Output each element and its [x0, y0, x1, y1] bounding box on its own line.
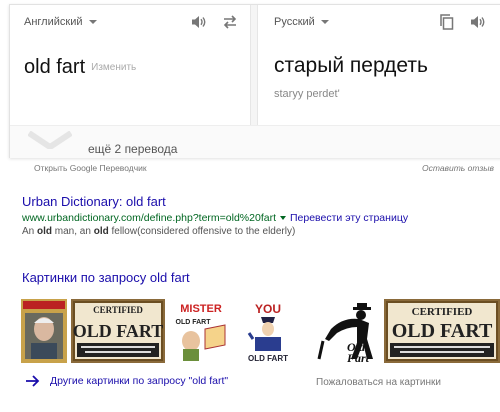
swap-languages-icon[interactable] — [221, 13, 239, 31]
chevron-down-icon — [88, 20, 97, 24]
result-snippet: An old man, an old fellow(considered off… — [22, 226, 296, 237]
svg-text:MISTER: MISTER — [180, 303, 222, 315]
source-text: old fart Изменить — [24, 56, 136, 79]
expand-chevron-icon[interactable] — [28, 131, 72, 149]
target-pane: Русский старый пердеть staryy perdet' — [258, 5, 500, 125]
svg-text:OLD FART: OLD FART — [392, 320, 493, 342]
image-thumbnail-certified-old-fart-sign[interactable]: CERTIFIED OLD FART — [71, 299, 165, 363]
url-menu-caret-icon[interactable] — [279, 216, 286, 220]
svg-text:OLD FART: OLD FART — [248, 354, 288, 363]
copy-icon[interactable] — [438, 13, 456, 31]
arrow-right-icon — [26, 375, 40, 387]
result-url: www.urbandictionary.com/define.php?term=… — [22, 212, 276, 224]
more-images-label: Другие картинки по запросу "old fart" — [50, 375, 229, 387]
image-thumbnail-book-cover-man[interactable] — [21, 299, 67, 363]
translate-card: Английский old fart Изменить Русский стар… — [9, 4, 500, 158]
report-images-link[interactable]: Пожаловаться на картинки — [316, 377, 441, 388]
more-images-link[interactable]: Другие картинки по запросу "old fart" — [26, 375, 228, 387]
source-language-select[interactable]: Английский — [24, 16, 97, 28]
speaker-icon[interactable] — [469, 13, 487, 31]
translation-text: старый пердеть — [274, 54, 428, 77]
edit-link[interactable]: Изменить — [91, 62, 136, 73]
images-heading-link[interactable]: Картинки по запросу old fart — [22, 270, 190, 285]
target-language-select[interactable]: Русский — [274, 16, 329, 28]
more-translations-label[interactable]: ещё 2 перевода — [88, 142, 177, 156]
more-translations-bar[interactable]: ещё 2 перевода — [10, 125, 500, 158]
transliteration-text: staryy perdet' — [274, 88, 340, 100]
pane-divider — [250, 5, 258, 125]
svg-text:OLD FART: OLD FART — [73, 321, 164, 341]
svg-text:CERTIFIED: CERTIFIED — [412, 306, 473, 318]
source-language-label: Английский — [24, 16, 83, 28]
open-google-translate-link[interactable]: Открыть Google Переводчик — [34, 163, 147, 173]
result-url-line: www.urbandictionary.com/define.php?term=… — [22, 212, 408, 224]
image-thumbnail-you-old-fart[interactable]: YOU OLD FART — [245, 299, 291, 363]
svg-text:OLD FART: OLD FART — [176, 319, 212, 326]
chevron-down-icon — [320, 20, 329, 24]
svg-text:YOU: YOU — [255, 302, 281, 316]
image-thumbnail-mister-old-fart-cartoon[interactable]: MISTER OLD FART — [169, 299, 233, 363]
image-thumbnail-old-fart-silhouette[interactable]: Old Fart — [313, 299, 379, 363]
target-language-label: Русский — [274, 16, 315, 28]
result-title-link[interactable]: Urban Dictionary: old fart — [22, 194, 166, 209]
svg-text:Fart: Fart — [346, 351, 370, 363]
translate-page-link[interactable]: Перевести эту страницу — [290, 212, 408, 224]
feedback-link[interactable]: Оставить отзыв — [422, 163, 494, 173]
image-thumbnail-certified-old-fart-sign-2[interactable]: CERTIFIED OLD FART — [384, 299, 500, 363]
source-pane: Английский old fart Изменить — [10, 5, 250, 125]
svg-text:CERTIFIED: CERTIFIED — [93, 305, 143, 315]
speaker-icon[interactable] — [190, 13, 208, 31]
source-text-value: old fart — [24, 56, 86, 78]
